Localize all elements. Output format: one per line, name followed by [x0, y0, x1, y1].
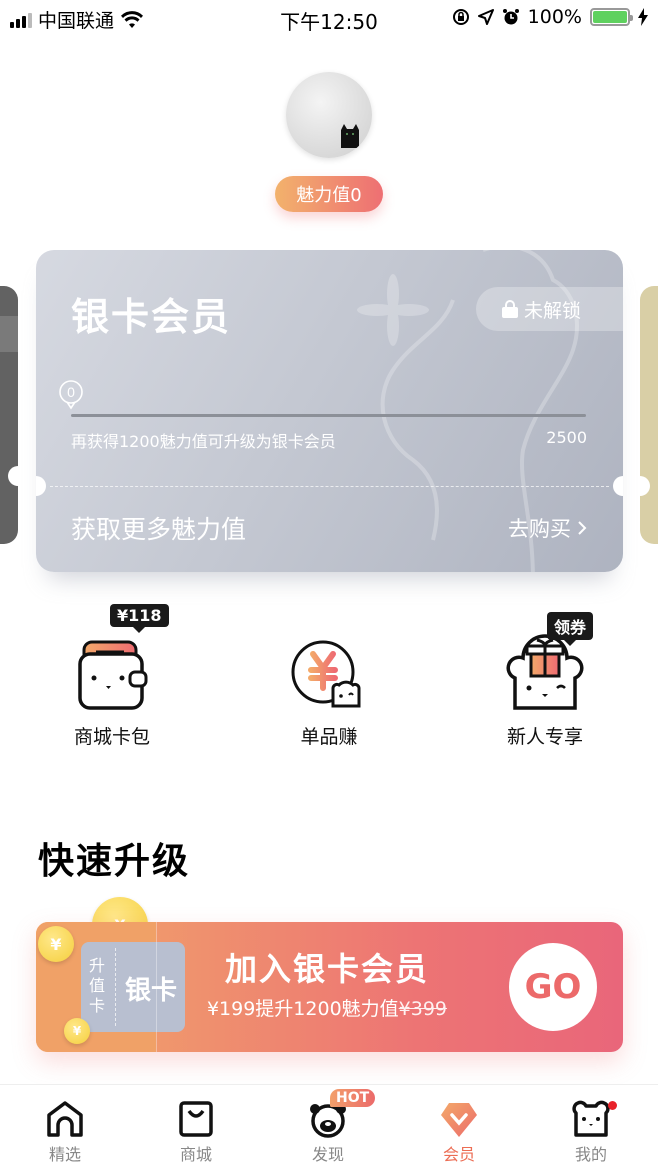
card-divider	[50, 486, 609, 487]
coin-icon: ¥	[64, 1018, 90, 1044]
tab-mall[interactable]: 商城	[146, 1085, 246, 1170]
tab-label: 我的	[574, 1145, 607, 1164]
join-silver-promo-banner[interactable]: ¥ 升值卡 银卡 ¥ 加入银卡会员 ¥199提升1200魅力值¥399 GO	[36, 922, 623, 1052]
tab-label: 会员	[442, 1145, 475, 1164]
go-buy-label: 去购买	[508, 517, 571, 541]
lock-icon	[502, 300, 518, 318]
wallet-bear-icon	[78, 640, 148, 710]
notification-dot	[608, 1101, 617, 1110]
charging-icon	[638, 8, 648, 26]
member-diamond-icon	[441, 1103, 477, 1137]
gift-bear-icon	[506, 634, 584, 710]
battery-icon	[590, 8, 633, 26]
hot-badge: HOT	[330, 1089, 376, 1107]
get-more-charm-link[interactable]: 获取更多魅力值	[71, 510, 246, 546]
charm-progress-bar	[71, 414, 586, 417]
shortcut-row: ¥118 商城卡包 单品赚 领券 新人专享	[0, 600, 658, 750]
promo-title: 加入银卡会员	[224, 950, 429, 988]
yuan-coin-bear-icon	[291, 640, 361, 708]
go-button[interactable]: GO	[509, 943, 597, 1031]
progress-current-value: 0	[67, 384, 75, 400]
promo-price-line: ¥199提升1200魅力值¥399	[157, 994, 497, 1021]
card-title: 银卡会员	[71, 295, 232, 339]
tab-label: 发现	[311, 1145, 344, 1164]
shortcut-label: 新人专享	[506, 726, 583, 748]
home-icon	[47, 1101, 83, 1137]
chevron-right-icon	[578, 521, 587, 535]
shortcut-newcomer-exclusive[interactable]: 领券 新人专享	[475, 612, 615, 749]
lock-status-label: 未解锁	[524, 299, 582, 322]
lock-status-pill: 未解锁	[476, 287, 623, 331]
tab-featured[interactable]: 精选	[15, 1085, 115, 1170]
shortcut-label: 商城卡包	[73, 726, 150, 748]
shortcut-label: 单品赚	[300, 726, 358, 748]
charm-value-badge[interactable]: 魅力值0	[275, 176, 383, 212]
ticket-small-label: 升值卡	[89, 956, 106, 1015]
promo-original-price: ¥399	[398, 998, 448, 1020]
progress-max-value: 2500	[546, 428, 587, 447]
progress-marker-icon: 0	[59, 380, 83, 410]
shortcut-mall-card-wallet[interactable]: ¥118 商城卡包	[42, 604, 182, 749]
coin-icon: ¥	[38, 926, 74, 962]
tab-discover[interactable]: HOT 发现	[278, 1085, 378, 1170]
shopping-bag-icon	[179, 1101, 213, 1137]
wallet-amount-tip: ¥118	[110, 604, 169, 633]
cat-silhouette-icon	[341, 124, 359, 148]
previous-card-peek[interactable]	[0, 286, 28, 544]
profile-bear-icon	[572, 1100, 610, 1137]
tab-label: 精选	[48, 1145, 81, 1164]
next-card-peek[interactable]	[630, 286, 658, 544]
location-icon	[477, 9, 494, 25]
promo-price: ¥199提升1200魅力值	[206, 998, 399, 1020]
bottom-tab-bar: 精选 商城 HOT 发现 会员 我的	[0, 1084, 658, 1170]
alarm-icon	[502, 9, 519, 25]
tab-member[interactable]: 会员	[409, 1085, 509, 1170]
coupon-tip: 领券	[547, 612, 594, 646]
silver-member-card[interactable]: 银卡会员 未解锁 0 再获得1200魅力值可升级为银卡会员 2500 获取更多魅…	[36, 250, 623, 572]
tab-profile[interactable]: 我的	[541, 1085, 641, 1170]
status-bar: 中国联通 下午12:50 100%	[0, 0, 658, 38]
tab-label: 商城	[179, 1145, 212, 1164]
upgrade-hint: 再获得1200魅力值可升级为银卡会员	[71, 432, 336, 451]
go-buy-link[interactable]: 去购买	[508, 513, 587, 543]
shortcut-single-item-earn[interactable]: 单品赚	[259, 634, 399, 749]
rotation-lock-icon	[452, 9, 469, 25]
avatar[interactable]	[286, 72, 372, 158]
section-title-quick-upgrade: 快速升级	[38, 841, 191, 882]
battery-percent: 100%	[527, 6, 582, 28]
